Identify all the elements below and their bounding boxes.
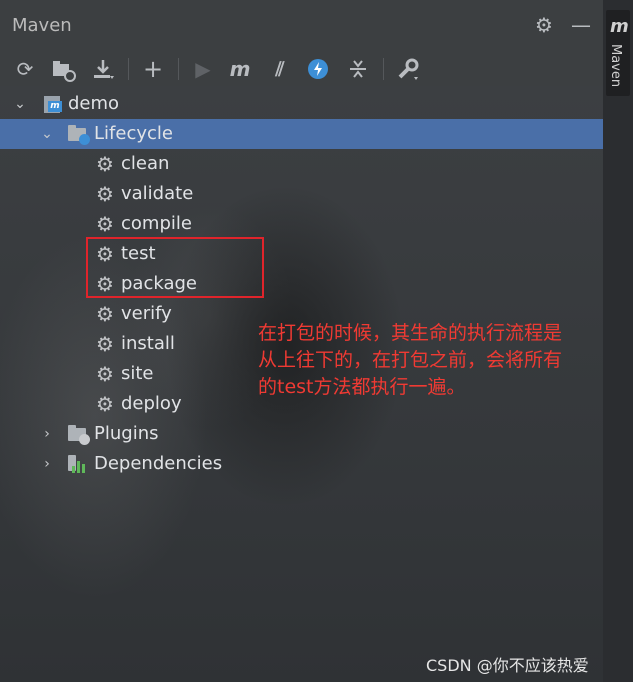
plugins-folder-icon xyxy=(68,425,90,445)
collapsed-chevron-icon[interactable]: › xyxy=(40,419,54,449)
gear-icon: ⚙ xyxy=(96,392,114,416)
skip-tests-icon[interactable] xyxy=(305,56,331,82)
toolbar-separator xyxy=(128,58,129,80)
tree-label-dependencies: Dependencies xyxy=(94,453,223,474)
dependencies-icon xyxy=(68,455,88,473)
phase-label: validate xyxy=(121,183,194,204)
add-icon[interactable]: + xyxy=(140,56,166,82)
toolbar-separator xyxy=(178,58,179,80)
tree-row-lifecycle[interactable]: ⌄ Lifecycle xyxy=(0,119,603,149)
tree-row-phase[interactable]: ⚙ compile xyxy=(0,209,603,239)
tree-label-plugins: Plugins xyxy=(94,423,159,444)
maven-module-icon: m xyxy=(44,95,64,113)
expanded-chevron-icon[interactable]: ⌄ xyxy=(13,89,27,119)
reload-icon[interactable]: ⟳ xyxy=(12,56,38,82)
maven-toolbar: ⟳ + ▶ m ⫽ xyxy=(0,52,603,86)
tree-row-demo[interactable]: ⌄ m demo xyxy=(0,89,603,119)
settings-gear-icon[interactable]: ⚙ xyxy=(533,14,555,36)
tree-row-dependencies[interactable]: › Dependencies xyxy=(0,449,603,479)
tree-row-phase[interactable]: ⚙ validate xyxy=(0,179,603,209)
lifecycle-folder-icon xyxy=(68,125,90,145)
gear-icon: ⚙ xyxy=(96,152,114,176)
phase-label: deploy xyxy=(121,393,182,414)
maven-m-icon: m xyxy=(610,16,629,37)
toolbar-separator xyxy=(383,58,384,80)
minimize-icon[interactable]: — xyxy=(570,14,592,36)
panel-header: Maven ⚙ — xyxy=(0,0,603,52)
annotation-text: 在打包的时候，其生命的执行流程是 从上往下的，在打包之前，会将所有 的test方… xyxy=(258,320,628,401)
phase-label: clean xyxy=(121,153,170,174)
collapse-all-icon[interactable] xyxy=(345,56,371,82)
expanded-chevron-icon[interactable]: ⌄ xyxy=(40,119,54,149)
generate-sources-icon[interactable] xyxy=(50,56,76,82)
highlight-box xyxy=(86,237,264,298)
gear-icon: ⚙ xyxy=(96,332,114,356)
phase-label: site xyxy=(121,363,154,384)
gear-icon: ⚙ xyxy=(96,212,114,236)
maven-side-tab-label: Maven xyxy=(608,44,623,88)
phase-label: install xyxy=(121,333,175,354)
wrench-settings-icon[interactable] xyxy=(395,56,421,82)
toggle-offline-icon[interactable]: ⫽ xyxy=(267,56,293,82)
execute-maven-goal-icon[interactable]: m xyxy=(227,56,253,82)
gear-icon: ⚙ xyxy=(96,362,114,386)
watermark: CSDN @你不应该热爱 xyxy=(426,656,589,675)
tree-label-lifecycle: Lifecycle xyxy=(94,123,173,144)
gear-icon: ⚙ xyxy=(96,182,114,206)
annotation-line: 在打包的时候，其生命的执行流程是 xyxy=(258,322,563,344)
annotation-line: 的test方法都执行一遍。 xyxy=(258,376,466,398)
tree-row-phase[interactable]: ⚙ clean xyxy=(0,149,603,179)
phase-label: verify xyxy=(121,303,172,324)
tree-row-plugins[interactable]: › Plugins xyxy=(0,419,603,449)
run-icon[interactable]: ▶ xyxy=(190,56,216,82)
gear-icon: ⚙ xyxy=(96,302,114,326)
panel-title: Maven xyxy=(12,15,72,36)
tree-label-demo: demo xyxy=(68,93,120,114)
collapsed-chevron-icon[interactable]: › xyxy=(40,449,54,479)
download-icon[interactable] xyxy=(90,56,116,82)
phase-label: compile xyxy=(121,213,192,234)
annotation-line: 从上往下的，在打包之前，会将所有 xyxy=(258,349,563,371)
